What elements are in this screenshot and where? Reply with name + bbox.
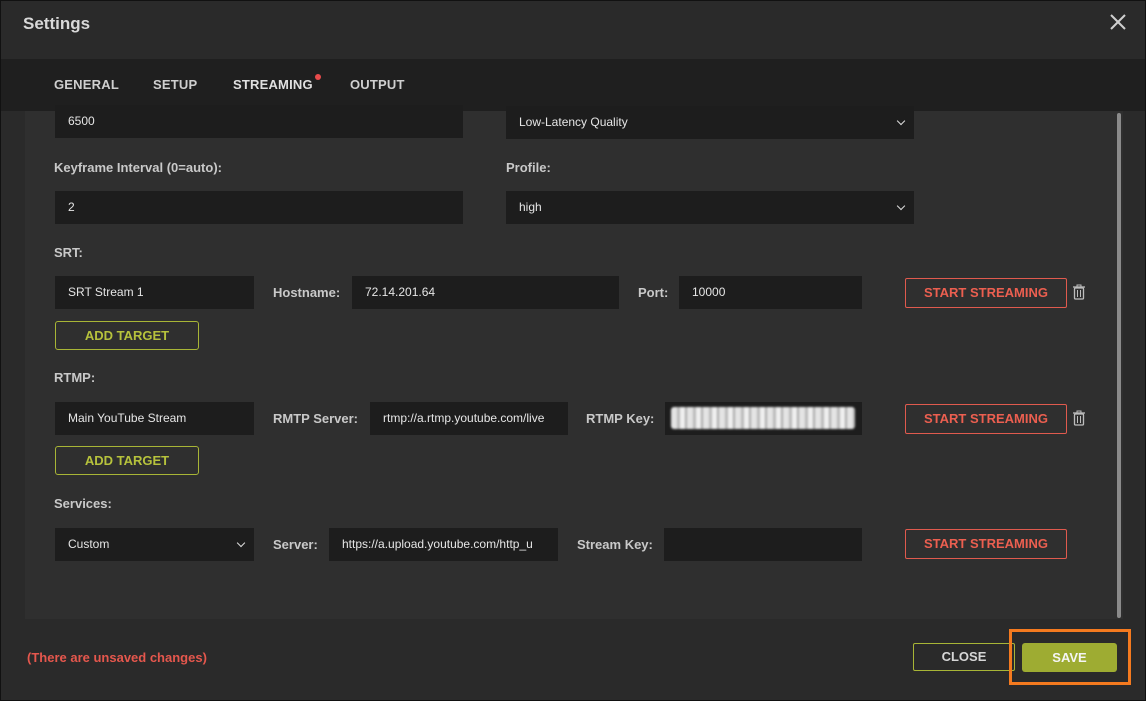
srt-name-input[interactable]: SRT Stream 1 [55,276,254,309]
unsaved-indicator-dot [315,74,321,80]
tab-setup[interactable]: SETUP [153,77,197,92]
bitrate-value: 6500 [68,114,95,128]
keyframe-interval-value: 2 [68,200,75,214]
srt-port-input[interactable]: 10000 [679,276,862,309]
save-button[interactable]: SAVE [1022,643,1117,672]
keyframe-interval-label: Keyframe Interval (0=auto): [54,160,222,175]
preset-select[interactable]: Low-Latency Quality [506,106,914,139]
services-server-input[interactable]: https://a.upload.youtube.com/http_u [329,528,558,561]
profile-label: Profile: [506,160,551,175]
srt-add-target-button[interactable]: ADD TARGET [55,321,199,350]
service-value: Custom [68,537,110,551]
rtmp-section-label: RTMP: [54,370,96,385]
close-button[interactable]: CLOSE [913,643,1015,671]
bitrate-input[interactable]: 6500 [55,105,463,138]
title-bar: Settings [1,1,1145,47]
srt-delete-trash-icon[interactable] [1072,284,1086,300]
srt-hostname-input[interactable]: 72.14.201.64 [352,276,619,309]
services-start-streaming-button[interactable]: START STREAMING [905,529,1067,559]
rtmp-delete-trash-icon[interactable] [1072,410,1086,426]
srt-section-label: SRT: [54,245,83,260]
stream-key-input[interactable] [664,528,862,561]
rtmp-add-target-button[interactable]: ADD TARGET [55,446,199,475]
unsaved-changes-message: (There are unsaved changes) [27,650,207,665]
close-icon[interactable] [1107,11,1129,33]
stream-key-label: Stream Key: [577,537,653,552]
services-server-label: Server: [273,537,318,552]
rtmp-key-redacted [671,407,855,429]
service-select[interactable]: Custom [55,528,254,561]
scrollbar-thumb[interactable] [1117,113,1121,618]
srt-hostname-value: 72.14.201.64 [365,285,436,299]
rtmp-server-input[interactable]: rtmp://a.rtmp.youtube.com/live [370,402,568,435]
profile-select[interactable]: high [506,191,914,224]
rtmp-server-value: rtmp://a.rtmp.youtube.com/live [383,411,545,425]
tab-streaming[interactable]: STREAMING [233,77,313,92]
srt-hostname-label: Hostname: [273,285,341,300]
tab-output[interactable]: OUTPUT [350,77,405,92]
dialog-title: Settings [23,14,91,33]
preset-value: Low-Latency Quality [519,115,628,129]
services-server-value: https://a.upload.youtube.com/http_u [342,537,533,551]
rtmp-name-input[interactable]: Main YouTube Stream [55,402,254,435]
srt-name-value: SRT Stream 1 [68,285,144,299]
rtmp-name-value: Main YouTube Stream [68,411,187,425]
rtmp-server-label: RMTP Server: [273,411,359,426]
srt-port-label: Port: [638,285,669,300]
tab-bar: GENERAL SETUP STREAMING OUTPUT [1,59,1145,111]
srt-start-streaming-button[interactable]: START STREAMING [905,278,1067,308]
profile-value: high [519,200,542,214]
rtmp-start-streaming-button[interactable]: START STREAMING [905,404,1067,434]
tab-general[interactable]: GENERAL [54,77,119,92]
settings-dialog: Settings GENERAL SETUP STREAMING OUTPUT … [0,0,1146,701]
srt-port-value: 10000 [692,285,726,299]
keyframe-interval-input[interactable]: 2 [55,191,463,224]
rtmp-key-label: RTMP Key: [586,411,655,426]
services-section-label: Services: [54,496,112,511]
